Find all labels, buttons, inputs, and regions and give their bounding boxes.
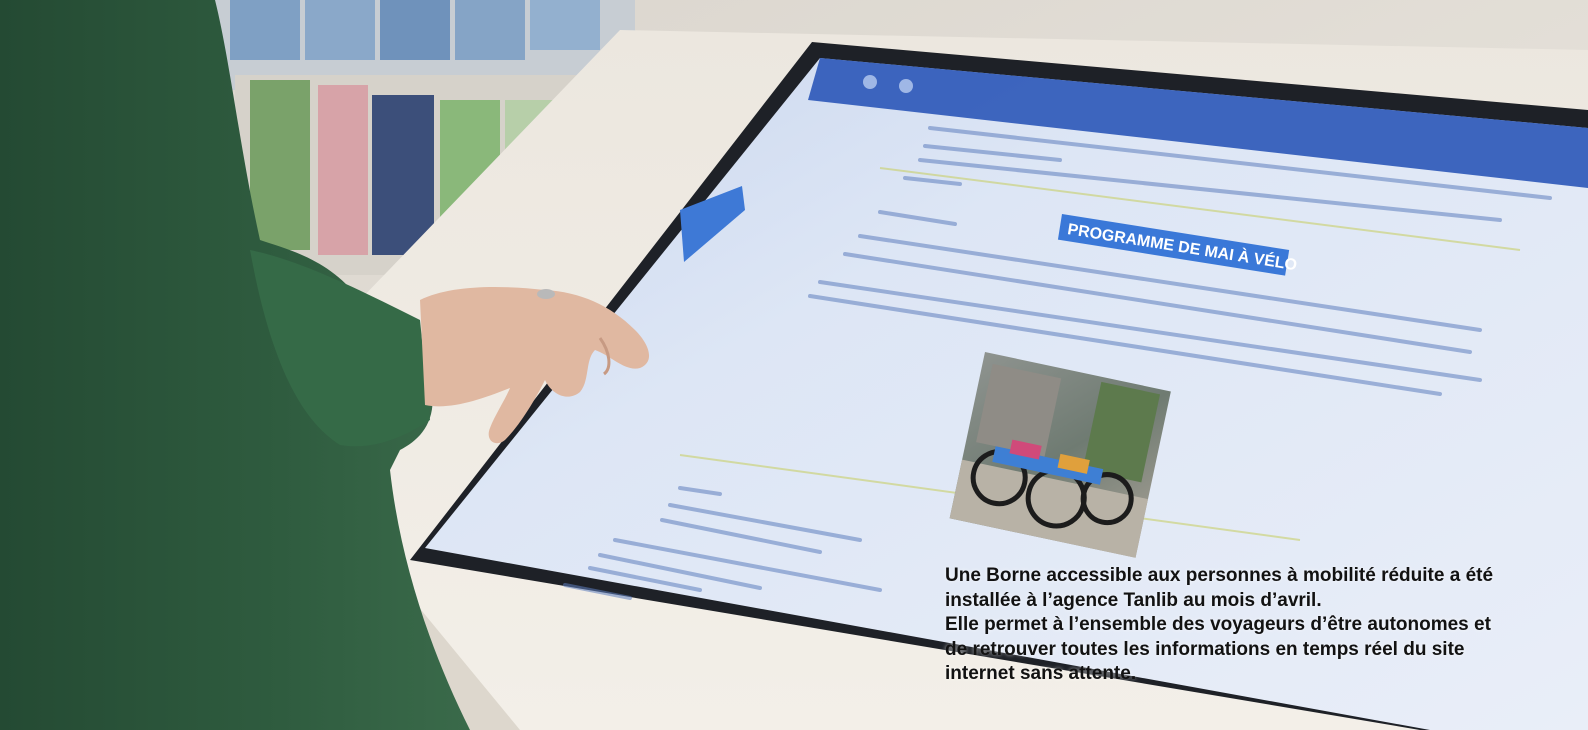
photo-caption: Une Borne accessible aux personnes à mob… <box>945 564 1505 687</box>
home-icon <box>863 75 877 89</box>
caption-paragraph-2: Elle permet à l’ensemble des voyageurs d… <box>945 614 1491 684</box>
ring <box>537 289 555 299</box>
accessibility-icon <box>899 79 913 93</box>
caption-paragraph-1: Une Borne accessible aux personnes à mob… <box>945 565 1494 611</box>
